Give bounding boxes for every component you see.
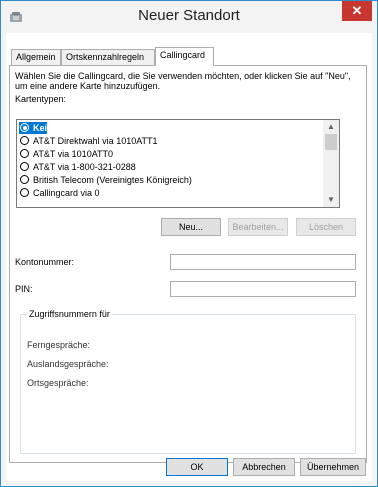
ok-button[interactable]: OK [166,458,228,476]
edit-button[interactable]: Bearbeiten... [228,218,288,236]
card-label: Callingcard via 0 [33,188,100,198]
card-types-label: Kartentypen: [15,94,67,104]
long-distance-label: Ferngespräche: [27,340,91,350]
apply-button[interactable]: Übernehmen [300,458,366,476]
local-calls-label: Ortsgespräche: [27,378,89,388]
list-item[interactable]: British Telecom (Vereinigtes Königreich) [19,174,321,186]
scroll-down-icon[interactable]: ▼ [323,193,339,207]
close-button[interactable]: ✕ [342,1,372,21]
intro-text: Wählen Sie die Callingcard, die Sie verw… [15,71,351,91]
radio-icon [20,149,29,158]
cancel-button[interactable]: Abbrechen [233,458,295,476]
radio-icon [20,162,29,171]
radio-selected-icon [20,123,29,132]
radio-icon [20,136,29,145]
pin-field[interactable] [170,281,356,297]
tab-ortskennzahlregeln[interactable]: Ortskennzahlregeln [61,49,155,65]
new-button[interactable]: Neu... [161,218,221,236]
list-item[interactable]: Callingcard via 0 [19,187,321,199]
radio-icon [20,175,29,184]
list-item[interactable]: AT&T Direktwahl via 1010ATT1 [19,135,321,147]
window-title: Neuer Standort [138,7,240,24]
close-icon: ✕ [351,3,363,18]
card-label: Keine [33,123,58,133]
list-scrollbar[interactable]: ▲ ▼ [323,120,339,207]
dialog-window: Neuer Standort ✕ Allgemein Ortskennzahlr… [0,0,378,487]
card-label: AT&T via 1-800-321-0288 [33,162,136,172]
callingcard-page: Wählen Sie die Callingcard, die Sie verw… [9,65,367,463]
delete-button[interactable]: Löschen [296,218,356,236]
card-type-list[interactable]: Keine AT&T Direktwahl via 1010ATT1 AT&T … [16,119,340,208]
card-label: British Telecom (Vereinigtes Königreich) [33,175,192,185]
international-label: Auslandsgespräche: [27,359,109,369]
account-number-label: Kontonummer: [15,257,75,267]
tab-callingcard[interactable]: Callingcard [155,47,214,66]
dialog-body: Allgemein Ortskennzahlregeln Callingcard… [6,33,372,481]
access-numbers-group: Zugriffsnummern für Ferngespräche: Ausla… [20,309,356,454]
title-bar[interactable]: Neuer Standort ✕ [1,1,377,33]
account-number-field[interactable] [170,254,356,270]
list-item[interactable]: AT&T via 1-800-321-0288 [19,161,321,173]
radio-icon [20,188,29,197]
list-item[interactable]: AT&T via 1010ATT0 [19,148,321,160]
list-item[interactable]: Keine [19,122,58,134]
card-label: AT&T Direktwahl via 1010ATT1 [33,136,158,146]
pin-label: PIN: [15,284,33,294]
card-label: AT&T via 1010ATT0 [33,149,114,159]
scroll-thumb[interactable] [325,134,337,150]
scroll-up-icon[interactable]: ▲ [323,120,339,134]
access-numbers-title: Zugriffsnummern für [27,309,112,319]
tab-allgemein[interactable]: Allgemein [11,49,61,65]
